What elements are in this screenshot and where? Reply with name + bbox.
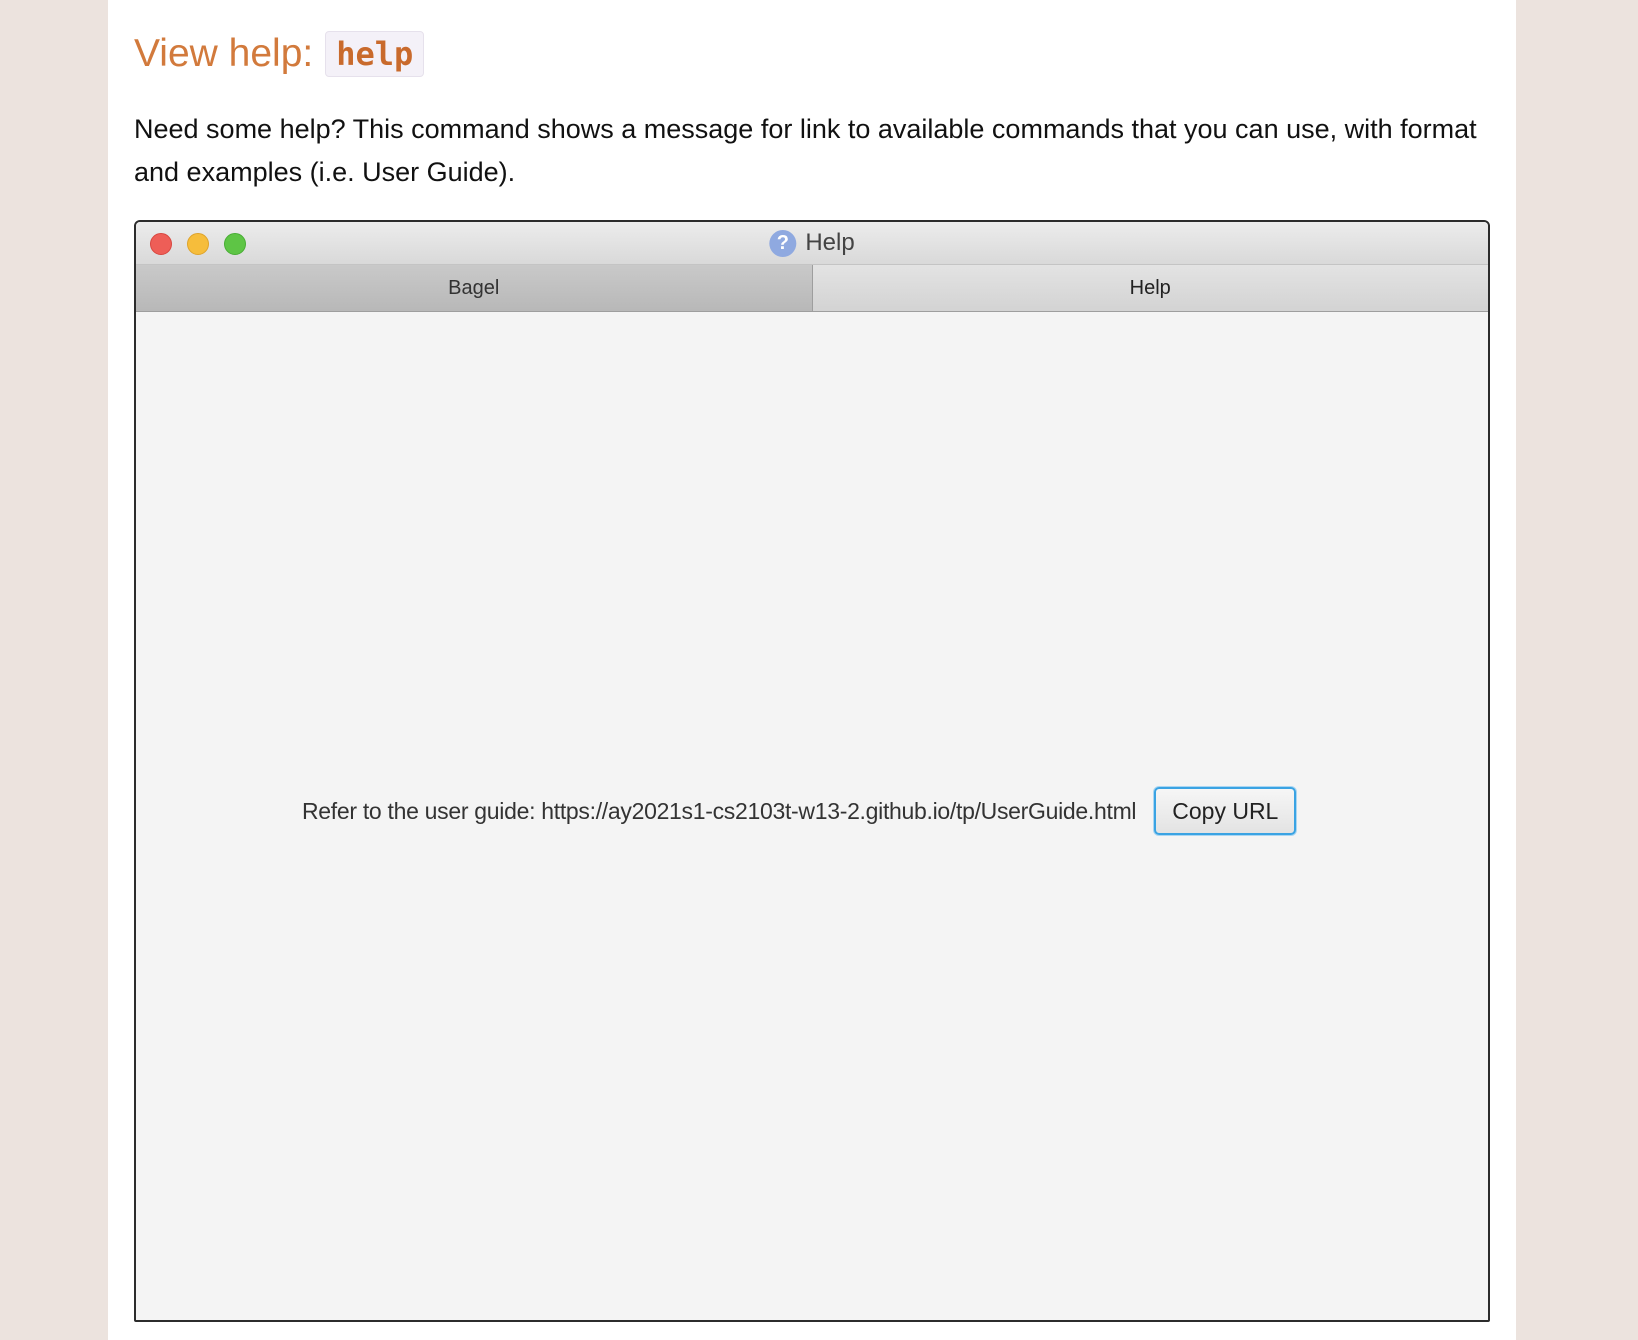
- intro-paragraph: Need some help? This command shows a mes…: [134, 114, 1477, 187]
- window-title: ? Help: [769, 222, 855, 264]
- document-page: View help: help Need some help? This com…: [108, 0, 1516, 1340]
- maximize-window-button[interactable]: [224, 233, 246, 255]
- heading-text: View help:: [134, 32, 314, 75]
- tab-help[interactable]: Help: [812, 265, 1488, 311]
- question-circle-icon: ?: [769, 229, 797, 257]
- heading-command-code: help: [325, 31, 425, 77]
- copy-url-button[interactable]: Copy URL: [1154, 787, 1297, 835]
- tab-bar: Bagel Help: [136, 265, 1488, 312]
- minimize-window-button[interactable]: [187, 233, 209, 255]
- help-content: Refer to the user guide: https://ay2021s…: [136, 312, 1488, 1320]
- section-heading: View help: help: [134, 28, 425, 80]
- user-guide-row: Refer to the user guide: https://ay2021s…: [302, 786, 1297, 836]
- tab-bagel[interactable]: Bagel: [136, 265, 813, 311]
- help-window: ? Help Bagel Help Refer to the user guid…: [134, 220, 1490, 1322]
- user-guide-message: Refer to the user guide: https://ay2021s…: [302, 797, 1137, 824]
- close-window-button[interactable]: [150, 233, 172, 255]
- window-titlebar[interactable]: ? Help: [136, 222, 1488, 265]
- window-title-label: Help: [805, 229, 855, 256]
